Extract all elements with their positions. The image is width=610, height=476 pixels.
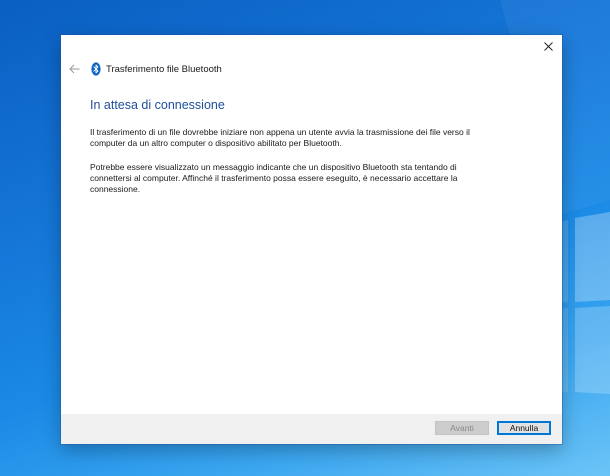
description-paragraph-2: Potrebbe essere visualizzato un messaggi… bbox=[90, 162, 458, 194]
close-icon bbox=[543, 41, 553, 51]
back-button[interactable] bbox=[67, 62, 81, 76]
page-heading: In attesa di connessione bbox=[90, 98, 225, 112]
bluetooth-transfer-dialog: Trasferimento file Bluetooth In attesa d… bbox=[61, 35, 562, 444]
next-button[interactable]: Avanti bbox=[435, 421, 489, 435]
bluetooth-icon bbox=[91, 62, 101, 76]
back-arrow-icon bbox=[68, 64, 79, 74]
dialog-header: Trasferimento file Bluetooth bbox=[67, 61, 222, 77]
close-button[interactable] bbox=[538, 37, 558, 55]
cancel-button[interactable]: Annulla bbox=[497, 421, 551, 435]
window-title: Trasferimento file Bluetooth bbox=[106, 63, 222, 75]
dialog-footer: Avanti Annulla bbox=[61, 414, 562, 444]
description-paragraph-1: Il trasferimento di un file dovrebbe ini… bbox=[90, 127, 470, 148]
